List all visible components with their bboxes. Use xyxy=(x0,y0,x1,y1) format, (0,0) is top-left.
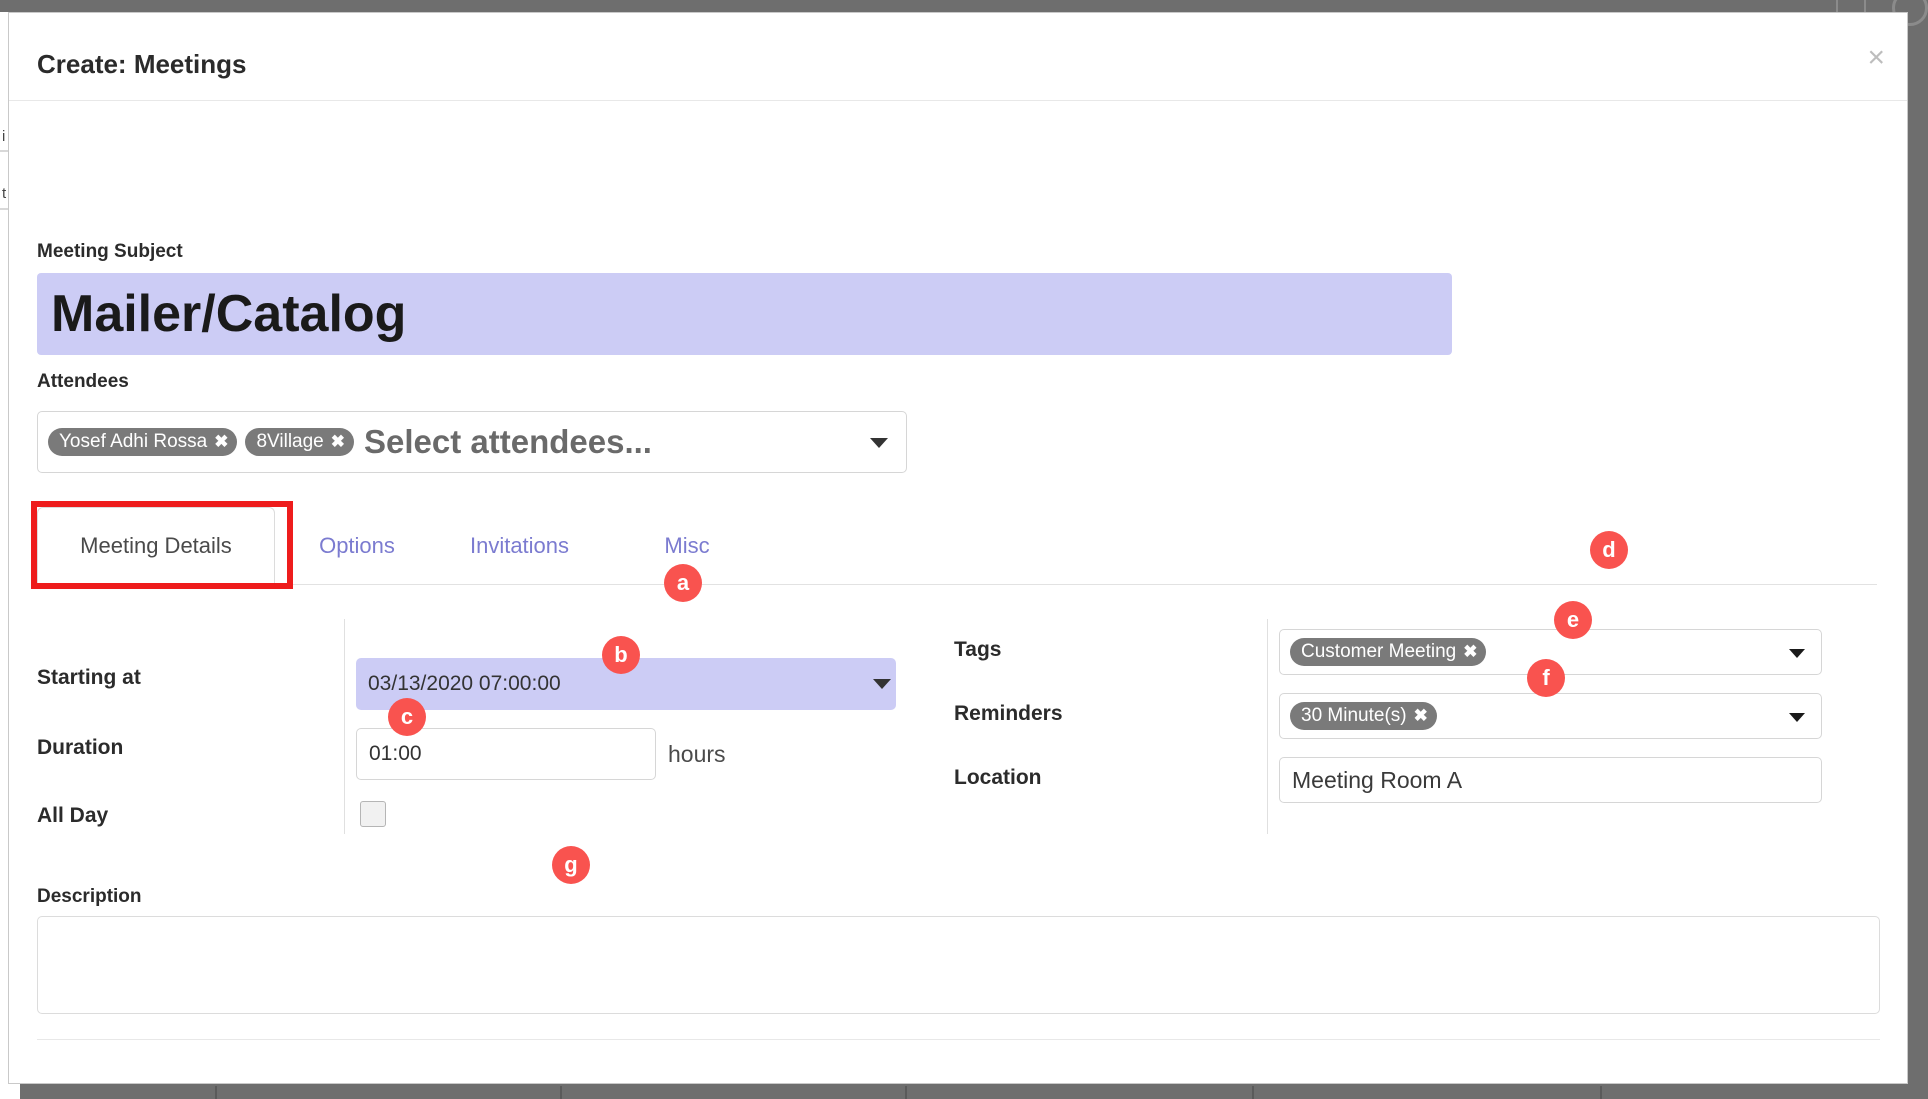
duration-label: Duration xyxy=(37,736,124,759)
remove-attendee-icon[interactable]: ✖ xyxy=(331,432,345,452)
location-input[interactable] xyxy=(1279,757,1822,803)
attendee-pill-label: Yosef Adhi Rossa xyxy=(59,430,208,452)
remove-attendee-icon[interactable]: ✖ xyxy=(214,432,228,452)
tab-misc[interactable]: Misc xyxy=(642,507,732,585)
tags-select[interactable]: Customer Meeting ✖ xyxy=(1279,629,1822,675)
chevron-down-icon[interactable] xyxy=(873,679,891,689)
starting-at-select[interactable] xyxy=(356,658,896,710)
tab-bar: Meeting Details Options Invitations Misc xyxy=(37,507,1877,585)
description-underline xyxy=(37,1039,1880,1040)
meeting-subject-label: Meeting Subject xyxy=(37,241,183,262)
description-label: Description xyxy=(37,886,142,907)
attendees-label: Attendees xyxy=(37,371,129,392)
chevron-down-icon[interactable] xyxy=(870,438,888,448)
attendees-select[interactable]: Yosef Adhi Rossa ✖ 8Village ✖ Select att… xyxy=(37,411,907,473)
chevron-down-icon[interactable] xyxy=(1789,713,1805,722)
tab-label: Meeting Details xyxy=(80,533,232,558)
right-column-divider xyxy=(1267,619,1268,834)
left-column-divider xyxy=(344,619,345,834)
attendees-placeholder: Select attendees... xyxy=(364,423,652,460)
reminder-pill-label: 30 Minute(s) xyxy=(1301,704,1407,726)
background-column-divider xyxy=(1252,1086,1254,1099)
location-label: Location xyxy=(954,766,1042,789)
all-day-checkbox[interactable] xyxy=(360,801,386,827)
page-title: Create: Meetings xyxy=(37,49,247,79)
reminders-label: Reminders xyxy=(954,702,1063,725)
starting-at-label: Starting at xyxy=(37,666,141,689)
tag-pill[interactable]: Customer Meeting ✖ xyxy=(1290,637,1487,667)
tab-invitations[interactable]: Invitations xyxy=(437,507,602,585)
background-top-bar xyxy=(0,0,1928,26)
remove-tag-icon[interactable]: ✖ xyxy=(1463,642,1477,662)
remove-reminder-icon[interactable]: ✖ xyxy=(1414,706,1428,726)
attendee-pill-label: 8Village xyxy=(256,430,324,452)
background-column-divider xyxy=(560,1086,562,1099)
reminders-select[interactable]: 30 Minute(s) ✖ xyxy=(1279,693,1822,739)
attendee-pill[interactable]: 8Village ✖ xyxy=(245,427,354,457)
tags-label: Tags xyxy=(954,638,1002,661)
attendee-pill[interactable]: Yosef Adhi Rossa ✖ xyxy=(48,427,238,457)
background-column-divider xyxy=(215,1086,217,1099)
description-textarea[interactable] xyxy=(37,916,1880,1014)
tab-label: Options xyxy=(319,533,395,558)
close-icon[interactable]: × xyxy=(1867,43,1885,73)
reminder-pill[interactable]: 30 Minute(s) ✖ xyxy=(1290,701,1437,731)
tab-label: Misc xyxy=(664,533,710,558)
duration-input[interactable] xyxy=(356,728,656,780)
chevron-down-icon[interactable] xyxy=(1789,649,1805,658)
all-day-label: All Day xyxy=(37,804,109,827)
background-column-divider xyxy=(1600,1086,1602,1099)
create-meeting-modal: Create: Meetings × Meeting Subject Atten… xyxy=(8,12,1908,1084)
background-column-divider xyxy=(905,1086,907,1099)
tab-label: Invitations xyxy=(469,533,570,558)
tag-pill-label: Customer Meeting xyxy=(1301,640,1457,662)
tab-options[interactable]: Options xyxy=(292,507,422,585)
duration-unit-label: hours xyxy=(668,741,726,767)
tab-meeting-details[interactable]: Meeting Details xyxy=(37,507,275,585)
meeting-subject-input[interactable] xyxy=(37,273,1452,355)
page-root: i t Create: Meetings × Meeting Subject A… xyxy=(0,0,1928,1099)
modal-header: Create: Meetings × xyxy=(9,13,1907,101)
